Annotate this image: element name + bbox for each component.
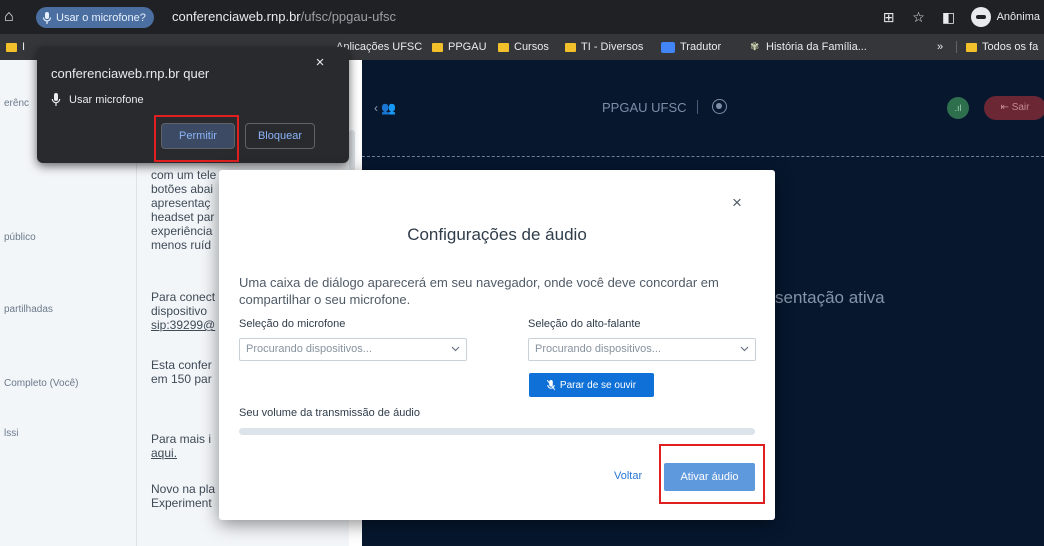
family-tree-icon: ✾ xyxy=(750,40,760,53)
close-icon[interactable]: × xyxy=(312,55,328,71)
mic-select-label: Seleção do microfone xyxy=(239,318,346,330)
mic-select-value: Procurando dispositivos... xyxy=(246,343,372,355)
speaker-select-label: Seleção do alto-falante xyxy=(528,318,641,330)
browser-right-controls: ⊞ ☆ ◧ Anônima xyxy=(881,5,1044,29)
bookmark-label: I xyxy=(22,41,26,53)
url-host: conferenciaweb.rnp.br xyxy=(172,9,301,24)
left-panel-item[interactable]: partilhadas xyxy=(4,304,53,315)
folder-icon xyxy=(6,42,17,52)
profile-name: Anônima xyxy=(996,11,1040,23)
bookmark-label: História da Família... xyxy=(766,41,867,53)
header-divider xyxy=(697,100,698,114)
incognito-avatar-icon xyxy=(970,7,991,27)
permission-mic-row: Usar microfone xyxy=(51,93,144,106)
folder-icon xyxy=(565,42,576,52)
stop-listening-button[interactable]: Parar de se ouvir xyxy=(529,373,654,397)
bookmark-tradutor[interactable]: Tradutor xyxy=(661,39,721,55)
translate-icon[interactable]: ⊞ xyxy=(881,9,897,25)
mute-microphone-icon xyxy=(546,379,555,390)
record-icon[interactable] xyxy=(712,99,727,114)
permission-title: conferenciaweb.rnp.br quer xyxy=(51,66,210,81)
star-icon[interactable]: ☆ xyxy=(911,9,927,25)
side-panel-icon[interactable]: ◧ xyxy=(941,9,957,25)
stop-listening-label: Parar de se ouvir xyxy=(559,379,637,391)
bookmark-label: PPGAU xyxy=(448,41,487,53)
translator-icon xyxy=(661,41,675,53)
bookmark-label: TI - Diversos xyxy=(581,41,644,53)
bookmark-label: Cursos xyxy=(514,41,549,53)
chevron-down-icon xyxy=(451,346,460,352)
mic-select[interactable]: Procurando dispositivos... xyxy=(239,338,467,361)
url-field[interactable]: conferenciaweb.rnp.br/ufsc/ppgau-ufsc xyxy=(172,9,396,24)
volume-label: Seu volume da transmissão de áudio xyxy=(239,407,420,419)
main-header: ‹ 👥 PPGAU UFSC .ıl ⇤ Sair xyxy=(362,60,1044,157)
left-panel-item[interactable]: Completo (Você) xyxy=(4,378,78,389)
folder-icon xyxy=(432,42,443,52)
profile-button[interactable]: Anônima xyxy=(970,7,1040,27)
volume-meter xyxy=(239,428,755,435)
speaker-select[interactable]: Procurando dispositivos... xyxy=(528,338,756,361)
modal-description: Uma caixa de diálogo aparecerá em seu na… xyxy=(239,275,719,307)
users-toggle-icon[interactable]: ‹ 👥 xyxy=(374,101,396,115)
bookmark-label: Todos os fa xyxy=(982,41,1039,53)
left-panel-item[interactable]: lssi xyxy=(4,428,18,439)
no-presentation-text: sentação ativa xyxy=(775,288,885,307)
room-title: PPGAU UFSC xyxy=(602,100,687,115)
speaker-select-value: Procurando dispositivos... xyxy=(535,343,661,355)
modal-title: Configurações de áudio xyxy=(407,225,587,244)
browser-address-bar: ⌂ Usar o microfone? conferenciaweb.rnp.b… xyxy=(0,0,1044,34)
mic-permission-chip[interactable]: Usar o microfone? xyxy=(36,7,154,28)
bookmark-folder[interactable]: I xyxy=(6,39,25,55)
bookmark-ppgau[interactable]: PPGAU xyxy=(432,39,487,55)
folder-icon xyxy=(966,42,977,52)
bookmark-ti-diversos[interactable]: TI - Diversos xyxy=(565,39,643,55)
highlight-annotation xyxy=(154,115,239,162)
exit-button[interactable]: ⇤ Sair xyxy=(984,96,1044,120)
permission-mic-label: Usar microfone xyxy=(69,93,144,106)
block-button[interactable]: Bloquear xyxy=(245,123,315,149)
home-icon[interactable]: ⌂ xyxy=(4,8,22,26)
bookmarks-overflow-button[interactable]: » xyxy=(937,39,943,55)
overflow-label: » xyxy=(937,41,944,53)
bookmarks-divider xyxy=(956,41,957,53)
bookmark-cursos[interactable]: Cursos xyxy=(498,39,549,55)
left-panel-item[interactable]: público xyxy=(4,232,36,243)
microphone-icon xyxy=(42,11,52,24)
bookmark-label: Tradutor xyxy=(680,41,722,53)
bookmark-historia-familia[interactable]: ✾ História da Família... xyxy=(750,39,867,55)
exit-label: Sair xyxy=(1011,102,1030,113)
connection-status-icon[interactable]: .ıl xyxy=(947,97,969,119)
folder-icon xyxy=(498,42,509,52)
microphone-icon xyxy=(51,93,61,106)
back-button[interactable]: Voltar xyxy=(614,470,642,482)
mic-chip-label: Usar o microfone? xyxy=(56,11,146,24)
left-panel-item[interactable]: erênc xyxy=(4,98,29,109)
bookmark-todos-favoritos[interactable]: Todos os fa xyxy=(966,39,1038,55)
close-icon[interactable]: × xyxy=(728,194,746,212)
chevron-down-icon xyxy=(740,346,749,352)
highlight-annotation xyxy=(659,444,765,504)
url-path: /ufsc/ppgau-ufsc xyxy=(300,9,397,24)
